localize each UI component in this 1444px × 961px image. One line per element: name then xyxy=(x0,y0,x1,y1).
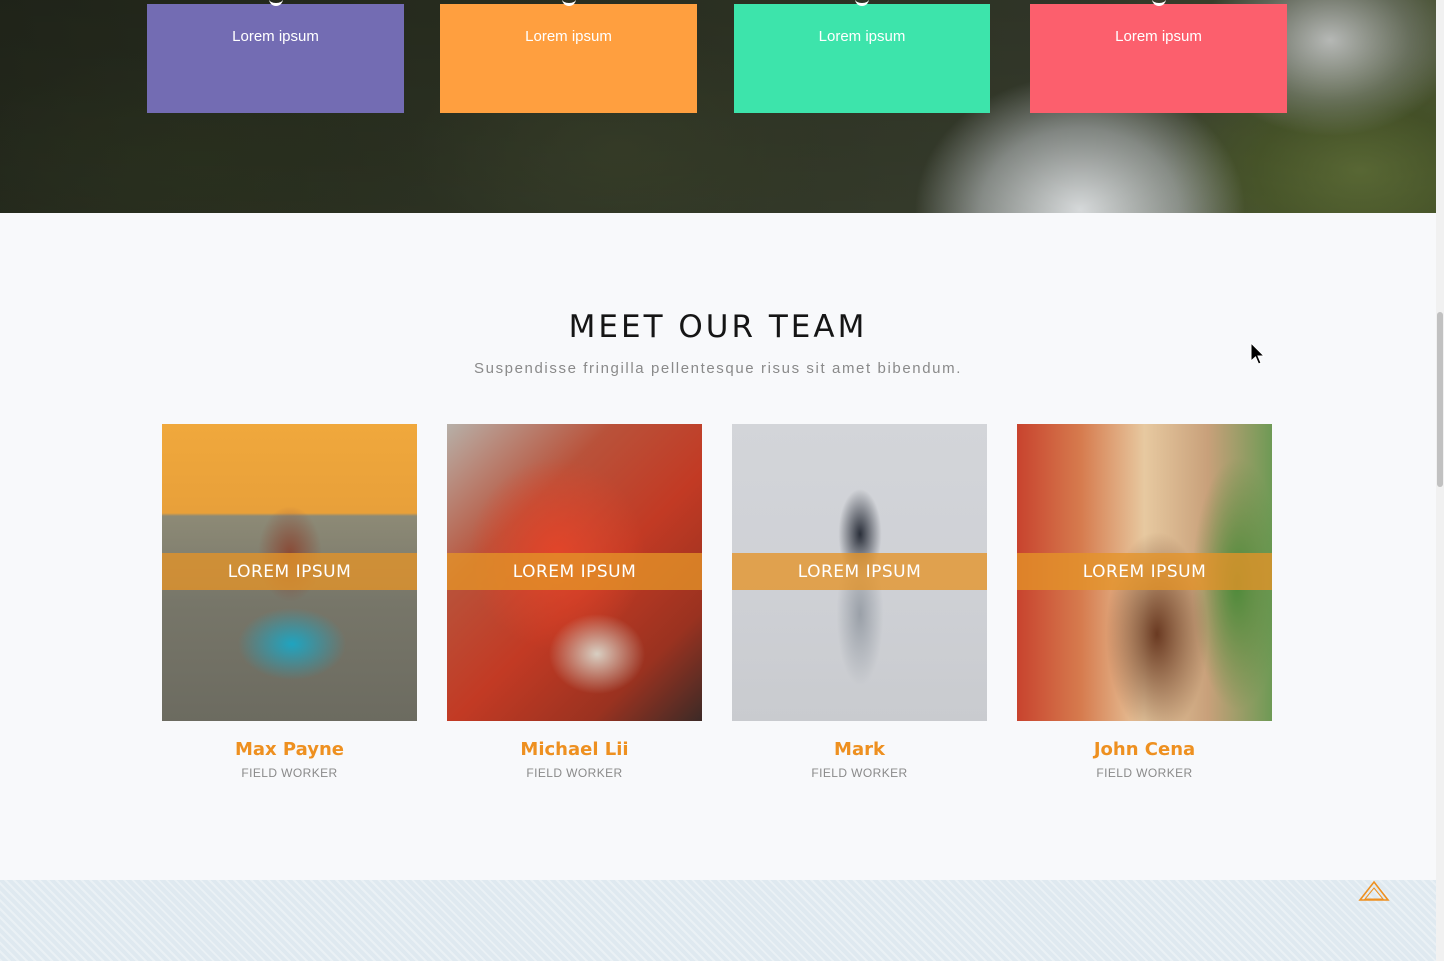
feature-label: Lorem ipsum xyxy=(232,28,319,45)
triangle-up-icon xyxy=(1358,880,1390,901)
member-photo[interactable]: LOREM IPSUM xyxy=(162,424,417,721)
team-section: MEET OUR TEAM Suspendisse fringilla pell… xyxy=(0,213,1436,880)
page-scrollbar[interactable] xyxy=(1436,0,1444,961)
feature-label: Lorem ipsum xyxy=(1115,28,1202,45)
member-photo[interactable]: LOREM IPSUM xyxy=(447,424,702,721)
photo-overlay-label: LOREM IPSUM xyxy=(732,553,987,590)
footer-pattern-band xyxy=(0,880,1436,961)
member-photo[interactable]: LOREM IPSUM xyxy=(732,424,987,721)
member-role: FIELD WORKER xyxy=(526,766,623,780)
member-photo[interactable]: LOREM IPSUM xyxy=(1017,424,1272,721)
feature-box-red[interactable]: Lorem ipsum xyxy=(1030,3,1287,113)
team-member-card[interactable]: LOREM IPSUM Mark FIELD WORKER xyxy=(732,424,987,784)
feature-box-green[interactable]: Lorem ipsum xyxy=(734,3,990,113)
feature-icon xyxy=(561,0,576,6)
photo-overlay-label: LOREM IPSUM xyxy=(447,553,702,590)
member-name: John Cena xyxy=(1093,739,1196,760)
member-role: FIELD WORKER xyxy=(241,766,338,780)
team-member-card[interactable]: LOREM IPSUM Michael Lii FIELD WORKER xyxy=(447,424,702,784)
feature-label: Lorem ipsum xyxy=(818,28,906,45)
section-title: MEET OUR TEAM xyxy=(568,309,868,345)
page: Lorem ipsum Lorem ipsum Lorem ipsum Lore… xyxy=(0,0,1444,961)
member-name: Mark xyxy=(834,739,885,760)
feature-icon xyxy=(855,0,869,6)
feature-label: Lorem ipsum xyxy=(525,28,612,45)
section-subtitle: Suspendisse fringilla pellentesque risus… xyxy=(474,360,962,377)
member-role: FIELD WORKER xyxy=(1096,766,1193,780)
feature-icon xyxy=(268,0,283,6)
mouse-pointer-icon xyxy=(1250,342,1266,365)
scrollbar-thumb[interactable] xyxy=(1437,312,1443,487)
photo-overlay-label: LOREM IPSUM xyxy=(1017,553,1272,590)
feature-box-orange[interactable]: Lorem ipsum xyxy=(440,3,697,113)
feature-icon xyxy=(1151,0,1166,6)
member-name: Michael Lii xyxy=(520,739,629,760)
member-role: FIELD WORKER xyxy=(811,766,908,780)
scroll-top-button[interactable] xyxy=(1358,880,1390,902)
feature-box-purple[interactable]: Lorem ipsum xyxy=(147,3,404,113)
photo-overlay-label: LOREM IPSUM xyxy=(162,553,417,590)
member-name: Max Payne xyxy=(235,739,344,760)
team-member-card[interactable]: LOREM IPSUM John Cena FIELD WORKER xyxy=(1017,424,1272,784)
team-member-card[interactable]: LOREM IPSUM Max Payne FIELD WORKER xyxy=(162,424,417,784)
